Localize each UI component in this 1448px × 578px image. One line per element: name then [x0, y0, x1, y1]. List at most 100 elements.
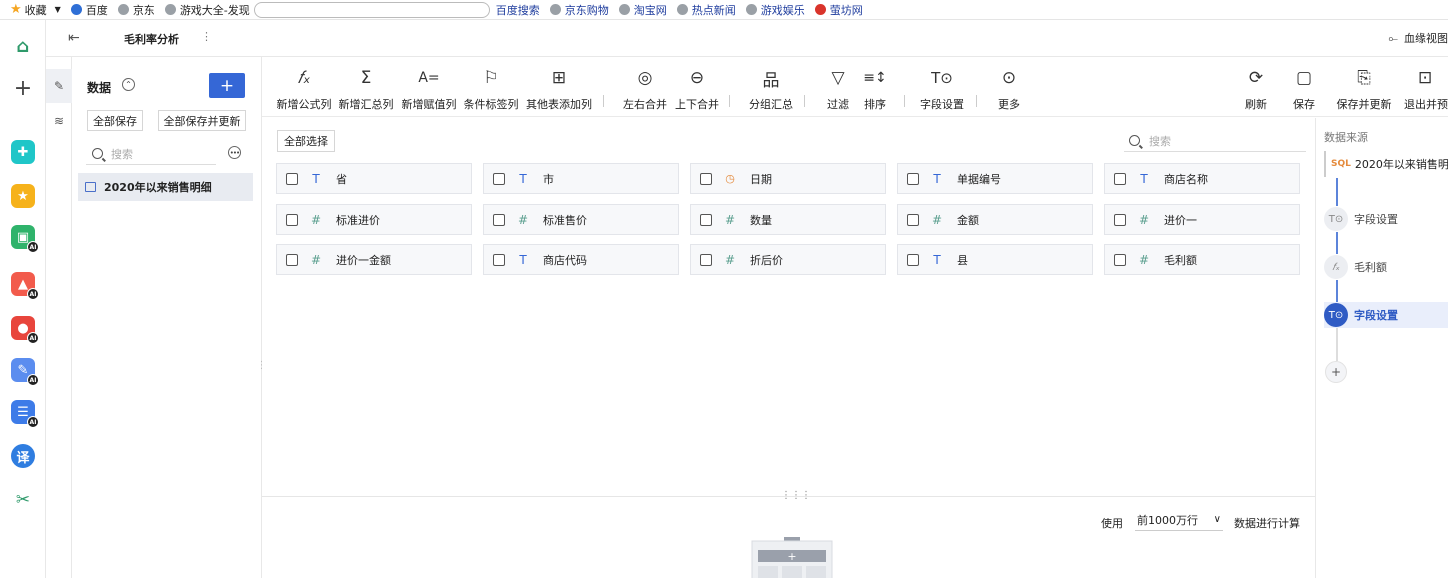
bookmark-news[interactable]: 热点新闻 [676, 2, 736, 18]
field-checkbox[interactable] [700, 172, 712, 185]
filter-button[interactable]: ▽ 过滤 [822, 67, 854, 112]
field-item[interactable]: # 折后价 [690, 244, 886, 275]
flow-step-field-settings-active[interactable]: T⊙ 字段设置 [1324, 302, 1448, 328]
field-item[interactable]: # 标准售价 [483, 204, 679, 235]
flow-step-field-settings[interactable]: T⊙ 字段设置 [1324, 206, 1398, 232]
field-checkbox[interactable] [493, 172, 505, 185]
app-cross-icon[interactable]: ✚ [11, 140, 35, 164]
field-checkbox[interactable] [907, 172, 919, 185]
add-formula-column-button[interactable]: 𝑓ₓ 新增公式列 [276, 67, 332, 112]
add-data-button[interactable]: + [209, 73, 245, 98]
flow-step-gross-profit[interactable]: 𝑓ₓ 毛利额 [1324, 254, 1387, 280]
select-all-button[interactable]: 全部选择 [277, 130, 335, 152]
bookmark-baidu[interactable]: 百度 [70, 2, 108, 18]
more-options-icon[interactable]: ••• [228, 146, 241, 159]
bookmark-jd[interactable]: 京东 [117, 2, 155, 18]
field-item[interactable]: ◷ 日期 [690, 163, 886, 194]
settings-icon[interactable]: ≋ [46, 109, 72, 133]
number-type-icon: # [931, 212, 943, 227]
add-step-button[interactable]: + [1325, 361, 1347, 383]
group-summary-button[interactable]: 品分组汇总 [748, 67, 794, 112]
save-all-button[interactable]: 全部保存 [87, 110, 143, 131]
field-item[interactable]: # 毛利额 [1104, 244, 1300, 275]
field-settings-button[interactable]: T⊙ 字段设置 [918, 67, 966, 112]
merge-vertical-button[interactable]: ⊖ 上下合并 [674, 67, 720, 112]
field-item[interactable]: # 进价一 [1104, 204, 1300, 235]
toolbar-divider [904, 95, 905, 107]
field-item[interactable]: T 商店名称 [1104, 163, 1300, 194]
field-checkbox[interactable] [286, 253, 298, 266]
field-item[interactable]: T县 [897, 244, 1093, 275]
plus-icon[interactable]: + [11, 76, 35, 101]
field-item[interactable]: # 金额 [897, 204, 1093, 235]
add-column-from-table-button[interactable]: ⊞ 其他表添加列 [525, 67, 593, 112]
field-checkbox[interactable] [700, 213, 712, 226]
field-checkbox[interactable] [907, 253, 919, 266]
toolbar: 𝑓ₓ 新增公式列 Σ 新增汇总列 A= 新增赋值列 ⚐ 条件标签列 ⊞ 其他表添加列 ◎ 左… [262, 57, 1448, 117]
data-search-input[interactable]: 搜索 [86, 143, 216, 165]
data-panel-icon[interactable]: ✎ [46, 69, 72, 103]
exit-preview-button[interactable]: ⊡ 退出并预 [1404, 67, 1448, 112]
favorites-star-icon[interactable]: ★ [11, 184, 35, 208]
bookmark-baidu-search[interactable]: 百度搜索 [496, 2, 540, 18]
merge-horizontal-button[interactable]: ◎ 左右合并 [622, 67, 668, 112]
field-checkbox[interactable] [286, 213, 298, 226]
flow-source-node[interactable]: SQL2020年以来销售明细 [1324, 151, 1448, 177]
condition-tag-column-button[interactable]: ⚐ 条件标签列 [463, 67, 519, 112]
exit-icon[interactable]: ⇤ [68, 30, 80, 46]
ai-badge-icon: AI [27, 241, 39, 253]
video-ai-icon[interactable]: ● AI [11, 316, 39, 344]
sort-button[interactable]: ≡↕ 排序 [859, 67, 891, 112]
field-checkbox[interactable] [1114, 172, 1126, 185]
translate-icon[interactable]: 译 [11, 444, 35, 468]
chevron-down-icon[interactable]: ▼ [55, 5, 61, 14]
field-item[interactable]: # 数量 [690, 204, 886, 235]
scissors-icon[interactable]: ✂ [11, 488, 35, 512]
refresh-button[interactable]: ⟳ 刷新 [1240, 67, 1272, 112]
field-checkbox[interactable] [907, 213, 919, 226]
image-ai-icon[interactable]: ▣ AI [11, 225, 39, 253]
field-checkbox[interactable] [1114, 253, 1126, 266]
number-type-icon: # [724, 212, 736, 227]
text-type-icon: T [933, 171, 941, 186]
bookmark-games[interactable]: 游戏大全-发现 [164, 2, 250, 18]
bookmark-yingfang[interactable]: 萤坊网 [814, 2, 863, 18]
field-checkbox[interactable] [493, 253, 505, 266]
dataset-item[interactable]: 2020年以来销售明细 [78, 173, 253, 201]
add-summary-column-button[interactable]: Σ 新增汇总列 [338, 67, 394, 112]
save-button[interactable]: ▢ 保存 [1288, 67, 1320, 112]
field-checkbox[interactable] [700, 253, 712, 266]
add-assign-column-button[interactable]: A= 新增赋值列 [401, 67, 457, 112]
save-update-button[interactable]: ⎘ 保存并更新 [1335, 67, 1393, 112]
more-icon[interactable]: ⋮ [201, 30, 212, 43]
field-item[interactable]: T 商店代码 [483, 244, 679, 275]
pdf-ai-icon[interactable]: ▲ AI [11, 272, 39, 300]
field-checkbox[interactable] [1114, 213, 1126, 226]
field-item[interactable]: # 进价一金额 [276, 244, 472, 275]
rows-select[interactable]: 前1000万行 ∨ [1135, 509, 1223, 531]
field-search-input[interactable]: 搜索 [1124, 130, 1306, 152]
assign-icon: A= [418, 70, 440, 86]
field-checkbox[interactable] [493, 213, 505, 226]
field-checkbox[interactable] [286, 172, 298, 185]
field-item[interactable]: # 标准进价 [276, 204, 472, 235]
bookmark-jd-shop[interactable]: 京东购物 [549, 2, 609, 18]
table-add-icon: ⊞ [551, 68, 567, 88]
field-name: 商店代码 [543, 253, 587, 267]
field-item[interactable]: T市 [483, 163, 679, 194]
bookmark-taobao[interactable]: 淘宝网 [618, 2, 667, 18]
save-all-update-button[interactable]: 全部保存并更新 [158, 110, 246, 131]
field-item[interactable]: T 单据编号 [897, 163, 1093, 194]
bookmark-fun[interactable]: 游戏娱乐 [745, 2, 805, 18]
resize-grip-icon[interactable]: ⋮⋮⋮ [781, 490, 811, 501]
baidu-icon [70, 4, 82, 15]
bookmark-favorites[interactable]: ★ 收藏 ▼ [10, 2, 61, 18]
home-icon[interactable]: ⌂ [11, 34, 35, 58]
field-item[interactable]: T省 [276, 163, 472, 194]
edit-ai-icon[interactable]: ✎ AI [11, 358, 39, 386]
address-input[interactable] [253, 1, 490, 18]
doc-ai-icon[interactable]: ☰ AI [11, 400, 39, 428]
collapse-icon[interactable]: ⌃ [122, 78, 135, 91]
lineage-view-button[interactable]: ⟜ 血缘视图 [1388, 30, 1448, 46]
more-button[interactable]: ⊙ 更多 [992, 67, 1026, 112]
